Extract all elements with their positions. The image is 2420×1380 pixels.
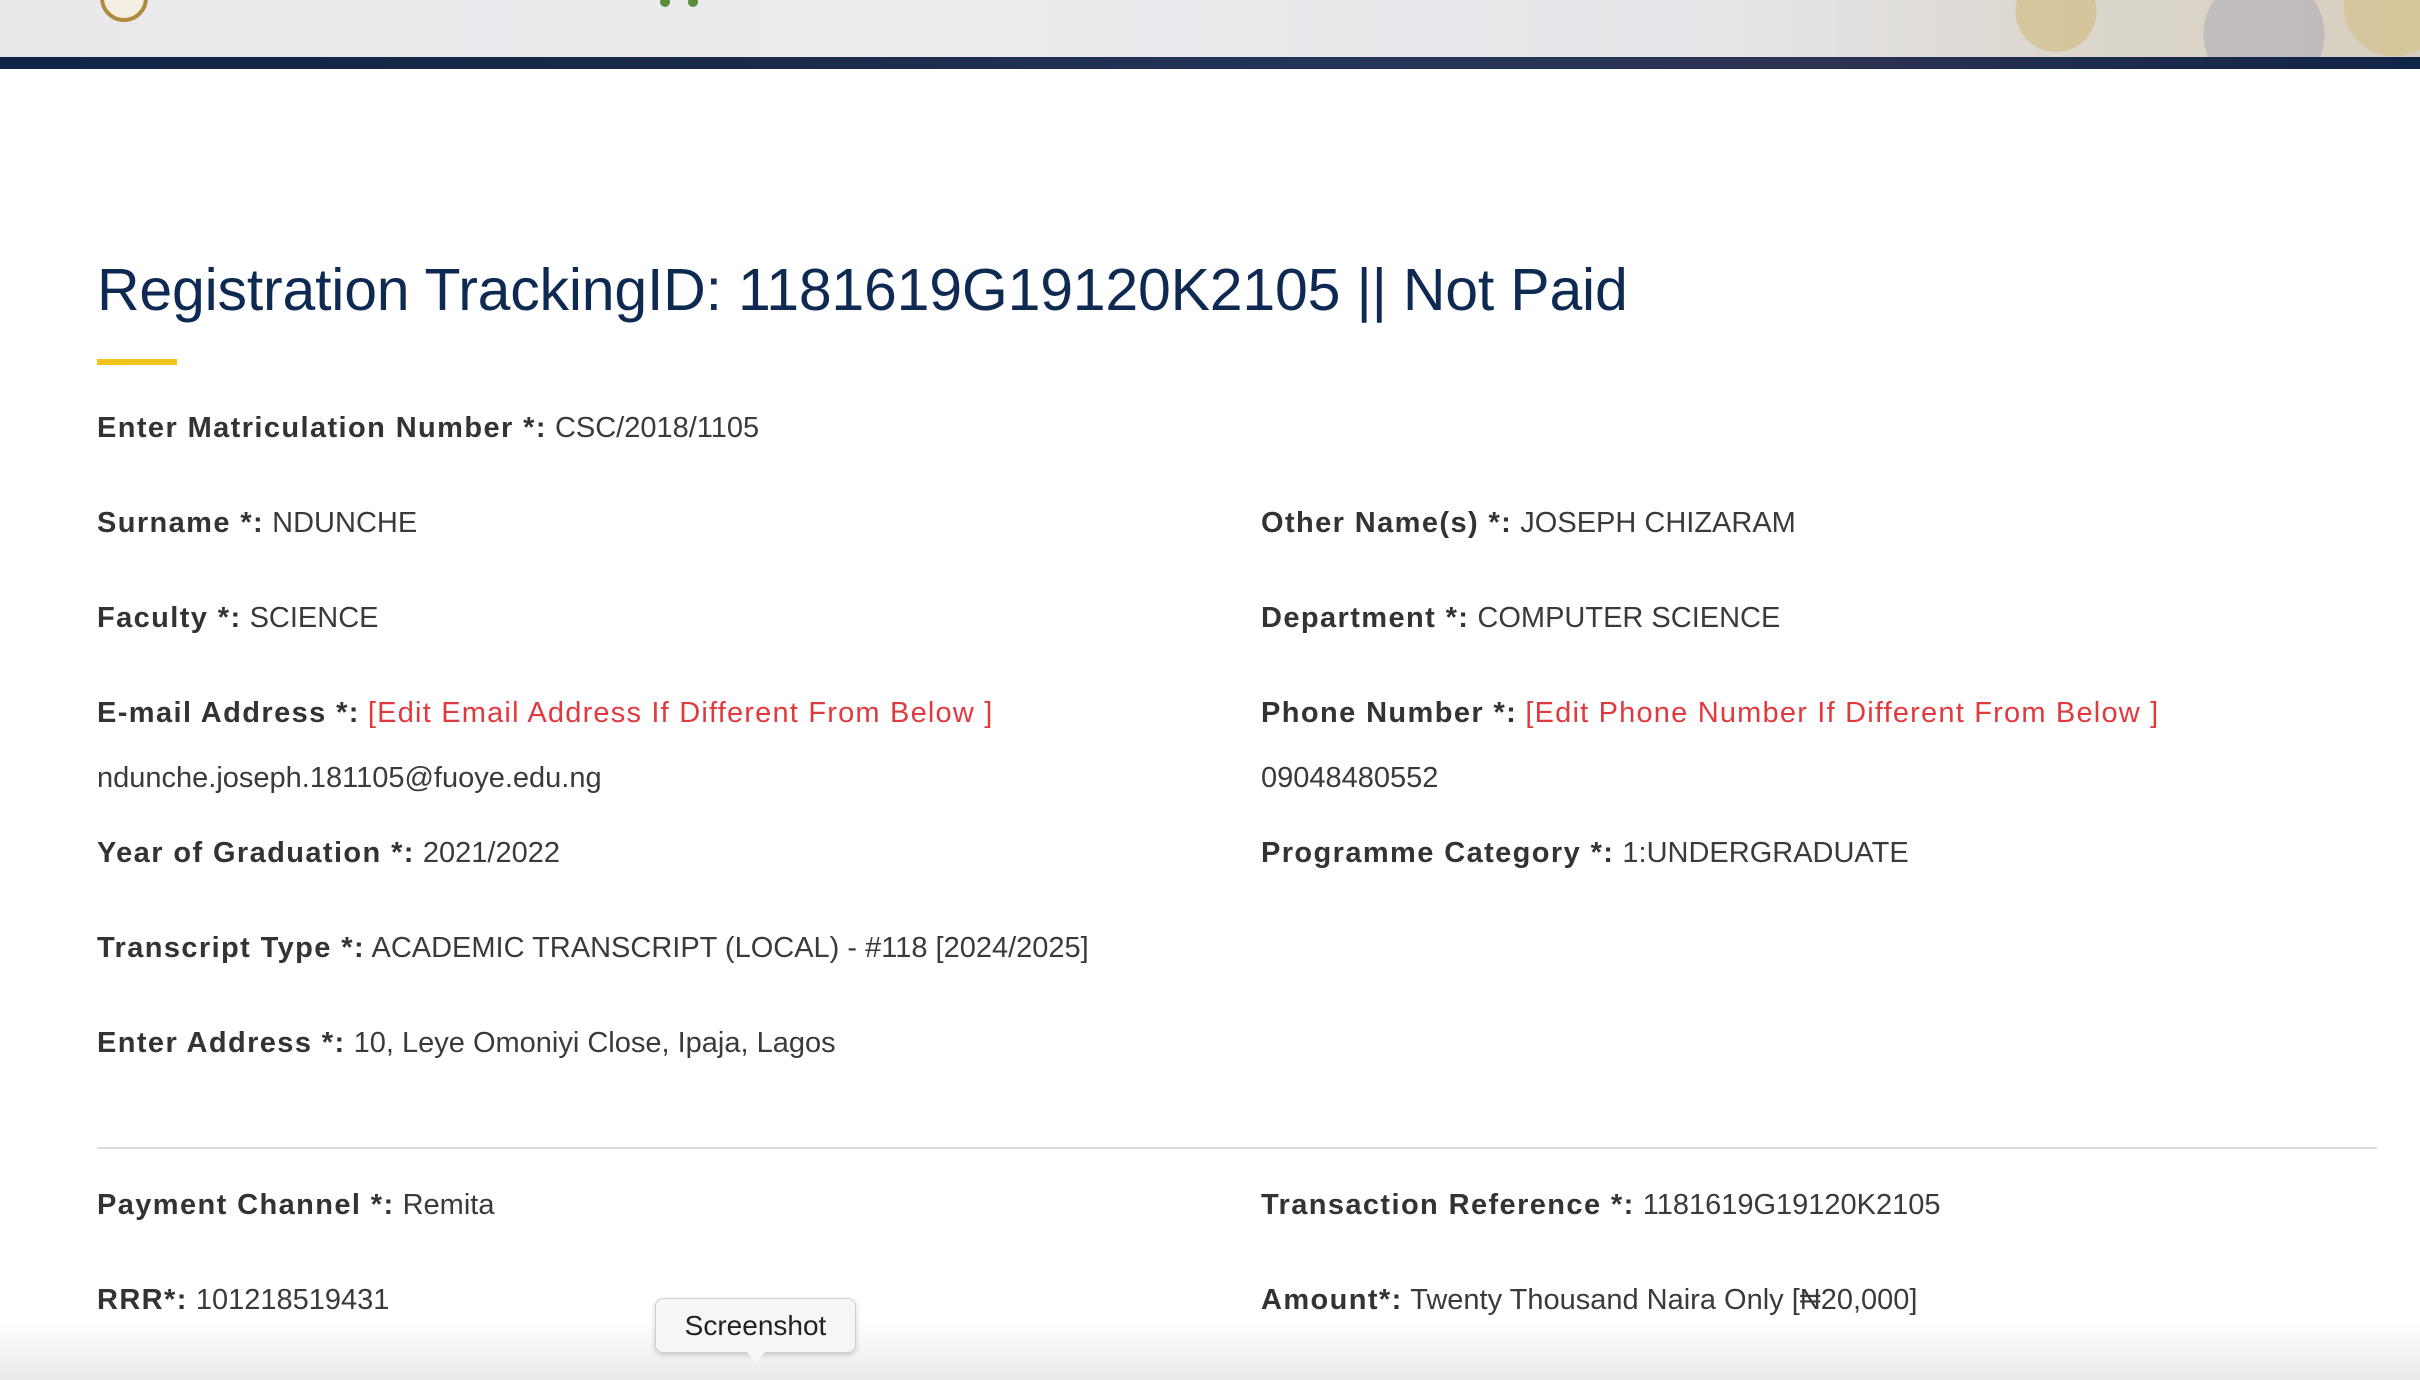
screenshot-tooltip: Screenshot	[655, 1298, 856, 1353]
amount-value: Twenty Thousand Naira Only [₦20,000]	[1410, 1284, 1918, 1316]
faculty-field: Faculty *: SCIENCE	[97, 598, 379, 638]
matric-value: CSC/2018/1105	[554, 412, 760, 444]
matric-label: Enter Matriculation Number *:	[97, 412, 547, 444]
bottom-fade	[0, 1320, 2420, 1380]
email-label: E-mail Address *:	[97, 697, 360, 729]
surname-label: Surname *:	[97, 507, 265, 539]
header-decoration	[1900, 0, 2420, 57]
tooltip-arrow	[745, 1350, 767, 1363]
transaction-reference-label: Transaction Reference *:	[1261, 1189, 1635, 1221]
email-value: ndunche.joseph.181105@fuoye.edu.ng	[97, 762, 602, 794]
payment-channel-label: Payment Channel *:	[97, 1189, 395, 1221]
site-name-fragment	[660, 0, 760, 7]
address-field: Enter Address *: 10, Leye Omoniyi Close,…	[97, 1023, 836, 1063]
graduation-year-value: 2021/2022	[422, 837, 560, 869]
surname-field: Surname *: NDUNCHE	[97, 503, 417, 543]
faculty-label: Faculty *:	[97, 602, 242, 634]
payment-channel-value: Remita	[402, 1189, 495, 1221]
payment-channel-field: Payment Channel *: Remita	[97, 1185, 494, 1225]
page-title: Registration TrackingID: 1181619G19120K2…	[97, 257, 1628, 323]
page: Registration TrackingID: 1181619G19120K2…	[0, 0, 2420, 1380]
university-logo[interactable]	[100, 0, 148, 22]
department-value: COMPUTER SCIENCE	[1477, 602, 1781, 634]
other-names-value: JOSEPH CHIZARAM	[1520, 507, 1796, 539]
amount-label: Amount*:	[1261, 1284, 1403, 1316]
transaction-reference-field: Transaction Reference *: 1181619G19120K2…	[1261, 1185, 1941, 1225]
transcript-type-label: Transcript Type *:	[97, 932, 366, 964]
section-divider	[97, 1147, 2377, 1149]
edit-email-link[interactable]: [Edit Email Address If Different From Be…	[368, 697, 994, 729]
other-names-field: Other Name(s) *: JOSEPH CHIZARAM	[1261, 503, 1796, 543]
department-label: Department *:	[1261, 602, 1470, 634]
matric-field: Enter Matriculation Number *: CSC/2018/1…	[97, 408, 759, 448]
programme-category-value: 1:UNDERGRADUATE	[1622, 837, 1909, 869]
rrr-value: 101218519431	[195, 1284, 390, 1316]
phone-label: Phone Number *:	[1261, 697, 1518, 729]
site-header	[0, 0, 2420, 57]
edit-phone-link[interactable]: [Edit Phone Number If Different From Bel…	[1525, 697, 2159, 729]
other-names-label: Other Name(s) *:	[1261, 507, 1513, 539]
header-bar	[0, 57, 2420, 69]
department-field: Department *: COMPUTER SCIENCE	[1261, 598, 1780, 638]
phone-value: 09048480552	[1261, 762, 1439, 794]
transcript-type-value: ACADEMIC TRANSCRIPT (LOCAL) - #118 [2024…	[371, 932, 1089, 964]
programme-category-field: Programme Category *: 1:UNDERGRADUATE	[1261, 833, 1909, 873]
amount-field: Amount*: Twenty Thousand Naira Only [₦20…	[1261, 1280, 1917, 1320]
faculty-value: SCIENCE	[249, 602, 379, 634]
address-label: Enter Address *:	[97, 1027, 346, 1059]
title-underline	[97, 359, 177, 365]
surname-value: NDUNCHE	[272, 507, 418, 539]
address-value: 10, Leye Omoniyi Close, Ipaja, Lagos	[353, 1027, 836, 1059]
programme-category-label: Programme Category *:	[1261, 837, 1615, 869]
graduation-year-field: Year of Graduation *: 2021/2022	[97, 833, 560, 873]
email-field: E-mail Address *: [Edit Email Address If…	[97, 693, 994, 733]
graduation-year-label: Year of Graduation *:	[97, 837, 415, 869]
rrr-label: RRR*:	[97, 1284, 188, 1316]
transaction-reference-value: 1181619G19120K2105	[1642, 1189, 1941, 1221]
transcript-type-field: Transcript Type *: ACADEMIC TRANSCRIPT (…	[97, 928, 1089, 968]
phone-field: Phone Number *: [Edit Phone Number If Di…	[1261, 693, 2159, 733]
rrr-field: RRR*: 101218519431	[97, 1280, 389, 1320]
